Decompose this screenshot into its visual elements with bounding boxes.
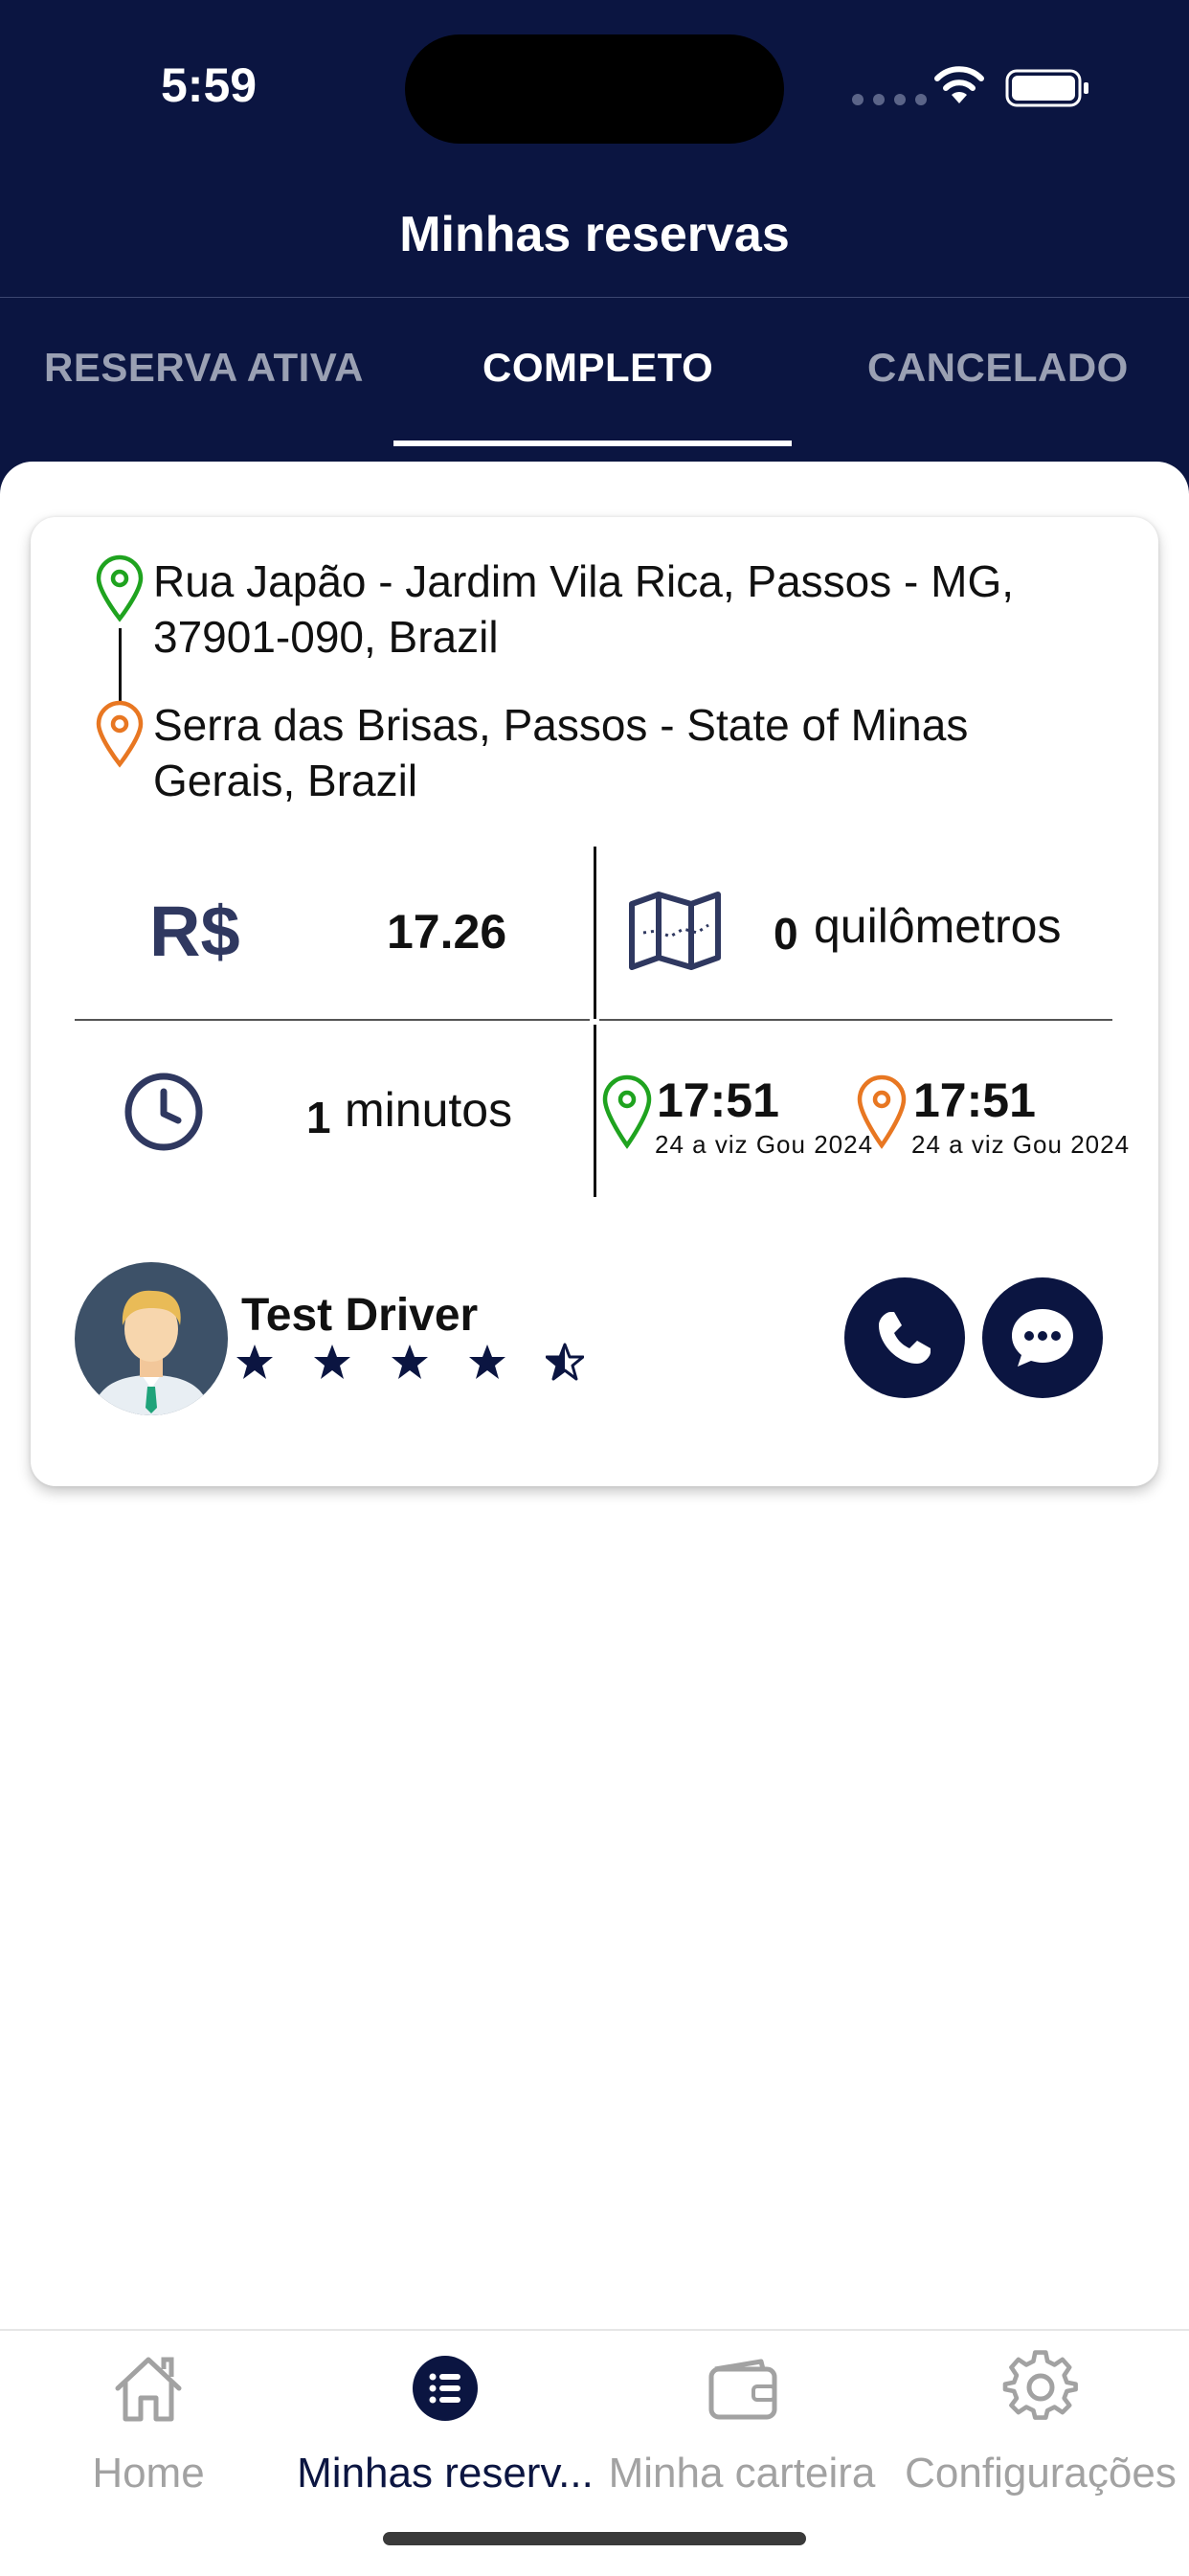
grid-divider-vertical-bottom [594, 1025, 596, 1197]
distance-value: 0 [774, 909, 798, 959]
grid-divider-horizontal-right [599, 1019, 1112, 1021]
fare-value: 17.26 [387, 905, 507, 959]
star-icon [236, 1344, 273, 1379]
pickup-time-pin-icon [602, 1074, 652, 1149]
star-icon [392, 1344, 428, 1379]
wifi-icon [934, 66, 984, 103]
driver-rating [236, 1343, 584, 1381]
clock-icon [124, 1073, 203, 1151]
pickup-time: 17:51 [657, 1073, 779, 1127]
nav-home[interactable]: Home [0, 2331, 297, 2503]
chat-icon [1012, 1309, 1073, 1367]
tab-reserva-ativa[interactable]: RESERVA ATIVA [44, 345, 364, 391]
message-driver-button[interactable] [982, 1277, 1103, 1398]
driver-name: Test Driver [241, 1290, 479, 1341]
dropoff-address: Serra das Brisas, Passos - State of Mina… [153, 700, 969, 805]
map-icon [629, 892, 721, 970]
grid-divider-horizontal-left [75, 1019, 590, 1021]
call-driver-button[interactable] [844, 1277, 965, 1398]
title-bar: Minhas reservas [0, 172, 1189, 298]
dynamic-island [405, 34, 784, 144]
nav-minha-carteira[interactable]: Minha carteira [594, 2331, 890, 2503]
phone-icon [879, 1312, 931, 1364]
star-icon [314, 1344, 350, 1379]
booking-tabs: RESERVA ATIVA COMPLETO CANCELADO [0, 297, 1189, 450]
currency-icon: R$ [149, 892, 240, 971]
home-indicator [383, 2532, 806, 2545]
pickup-date: 24 a viz Gou 2024 [655, 1130, 874, 1159]
star-icon [469, 1344, 505, 1379]
home-icon [115, 2357, 182, 2422]
battery-icon [1005, 69, 1088, 107]
distance-unit: quilômetros [814, 899, 1062, 953]
pickup-address: Rua Japão - Jardim Vila Rica, Passos - M… [153, 556, 1015, 662]
wallet-icon [708, 2359, 777, 2420]
page-title: Minhas reservas [399, 207, 790, 262]
duration-value: 1 [306, 1093, 331, 1142]
tab-completo[interactable]: COMPLETO [482, 345, 713, 391]
gear-icon [1002, 2350, 1078, 2420]
tab-cancelado[interactable]: CANCELADO [867, 345, 1129, 391]
duration-unit: minutos [345, 1083, 513, 1137]
status-time: 5:59 [161, 58, 258, 112]
status-bar: 5:59 [0, 0, 1189, 172]
dropoff-pin-icon [96, 700, 144, 768]
pickup-pin-icon [96, 554, 144, 622]
route-connector [119, 628, 122, 701]
nav-minha-carteira-label: Minha carteira [608, 2450, 876, 2497]
dropoff-date: 24 a viz Gou 2024 [911, 1130, 1131, 1159]
dropoff-time-pin-icon [857, 1074, 907, 1149]
app-header: 5:59 Minhas reservas RESERVA ATIVA COMPL… [0, 0, 1189, 498]
nav-minhas-reservas-label: Minhas reserv... [297, 2450, 594, 2497]
nav-home-label: Home [92, 2450, 205, 2497]
dropoff-time: 17:51 [913, 1073, 1036, 1127]
driver-avatar [75, 1262, 228, 1415]
grid-divider-vertical-top [594, 847, 596, 1019]
half-star-icon [546, 1343, 584, 1381]
nav-configuracoes[interactable]: Configurações [892, 2331, 1189, 2503]
nav-minhas-reservas[interactable]: Minhas reserv... [297, 2331, 594, 2503]
list-icon [413, 2356, 478, 2421]
cellular-signal-icon [852, 94, 927, 105]
nav-configuracoes-label: Configurações [905, 2450, 1177, 2497]
active-tab-indicator [393, 441, 792, 446]
